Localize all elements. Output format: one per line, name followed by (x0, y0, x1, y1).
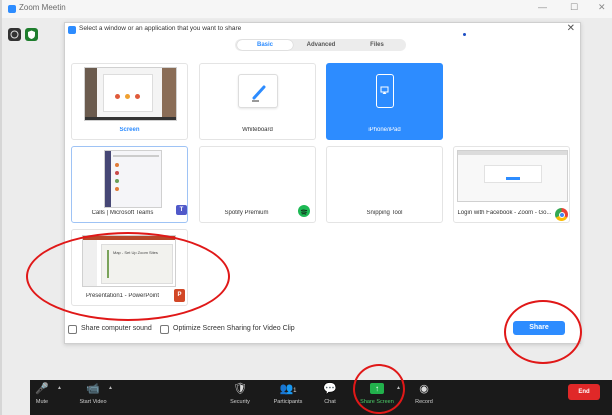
tile-chrome-login[interactable]: Login with Facebook - Zoom - Go... (453, 146, 570, 223)
participants-button[interactable]: 👥1 Participants (266, 380, 310, 415)
pencil-icon (238, 74, 278, 108)
optimize-video-label: Optimize Screen Sharing for Video Clip (173, 325, 295, 332)
tile-snipping-tool-label: Snipping Tool (366, 210, 403, 216)
airplay-icon (376, 74, 394, 108)
share-sound-label: Share computer sound (81, 325, 152, 332)
share-sound-checkbox[interactable] (68, 325, 77, 334)
record-icon: ◉ (419, 383, 429, 395)
tile-whiteboard-label: Whiteboard (242, 127, 273, 133)
record-button[interactable]: ◉ Record (410, 380, 438, 415)
tile-iphone-ipad[interactable]: iPhone/iPad (326, 63, 443, 140)
info-icon[interactable] (8, 28, 21, 41)
tab-files[interactable]: Files (349, 40, 405, 50)
optimize-video-checkbox[interactable] (160, 325, 169, 334)
share-options-caret[interactable]: ▲ (396, 385, 401, 391)
share-screen-button[interactable]: ↑ Share Screen (356, 380, 398, 415)
encryption-shield-icon[interactable] (25, 28, 38, 41)
mute-options-caret[interactable]: ▲ (57, 385, 62, 391)
tile-snipping-tool[interactable]: Snipping Tool (326, 146, 443, 223)
video-options-caret[interactable]: ▲ (108, 385, 113, 391)
tile-teams-label: Calls | Microsoft Teams (91, 210, 154, 216)
zoom-dialog-icon (68, 26, 76, 34)
video-off-icon: 📹 (86, 383, 100, 395)
tile-chrome-login-label: Login with Facebook - Zoom - Go... (457, 210, 552, 216)
share-dialog: Select a window or an application that y… (64, 22, 581, 344)
minimize-button[interactable]: — (538, 2, 547, 12)
tile-powerpoint[interactable]: Map - Set Up Zoom Sites P Presentation1 … (71, 229, 188, 306)
dialog-title: Select a window or an application that y… (79, 25, 242, 32)
tab-basic[interactable]: Basic (237, 40, 293, 50)
slide-title: Map - Set Up Zoom Sites (113, 250, 158, 255)
participants-icon: 👥1 (279, 383, 297, 395)
cursor-dot (463, 33, 466, 36)
tile-teams[interactable]: T Calls | Microsoft Teams (71, 146, 188, 223)
tile-powerpoint-label: Presentation1 - PowerPoint (85, 293, 160, 299)
powerpoint-thumbnail: Map - Set Up Zoom Sites (82, 235, 176, 287)
tab-advanced[interactable]: Advanced (293, 40, 349, 50)
tile-iphone-ipad-label: iPhone/iPad (368, 127, 401, 133)
end-meeting-button[interactable]: End (568, 384, 600, 400)
chat-button[interactable]: 💬 Chat (318, 380, 342, 415)
close-window-button[interactable]: ✕ (598, 2, 606, 13)
share-tabs: Basic Advanced Files (235, 39, 406, 51)
screen-thumbnail (84, 67, 177, 121)
share-button[interactable]: Share (513, 321, 565, 335)
mute-button[interactable]: 🎤 Mute (30, 380, 54, 415)
zoom-app-icon (8, 5, 16, 13)
teams-thumbnail (104, 150, 162, 208)
tile-whiteboard[interactable]: Whiteboard (199, 63, 316, 140)
tile-spotify-label: Spotify Premium (224, 210, 269, 216)
shield-icon: 🛡 (233, 383, 247, 395)
share-source-grid: Screen Whiteboard iPhone/iPad T Calls | … (66, 61, 581, 315)
security-button[interactable]: 🛡 Security (225, 380, 255, 415)
chrome-icon (555, 208, 568, 221)
meeting-toolbar: 🎤 Mute ▲ 📹 Start Video ▲ 🛡 Security 👥1 P… (30, 380, 612, 415)
microphone-icon: 🎤 (35, 383, 49, 395)
dialog-footer: Share computer sound Optimize Screen Sha… (65, 318, 582, 345)
chrome-thumbnail (457, 150, 568, 202)
tile-spotify[interactable]: Spotify Premium (199, 146, 316, 223)
zoom-title-bar: Zoom Meetin — ☐ ✕ (2, 0, 612, 18)
powerpoint-icon: P (174, 289, 185, 302)
maximize-button[interactable]: ☐ (570, 2, 578, 13)
dialog-close-button[interactable]: ✕ (567, 23, 575, 34)
tile-screen[interactable]: Screen (71, 63, 188, 140)
share-screen-icon: ↑ (370, 383, 384, 394)
chat-icon: 💬 (323, 383, 337, 395)
tile-screen-label: Screen (119, 127, 140, 133)
zoom-window-title: Zoom Meetin (19, 3, 66, 12)
